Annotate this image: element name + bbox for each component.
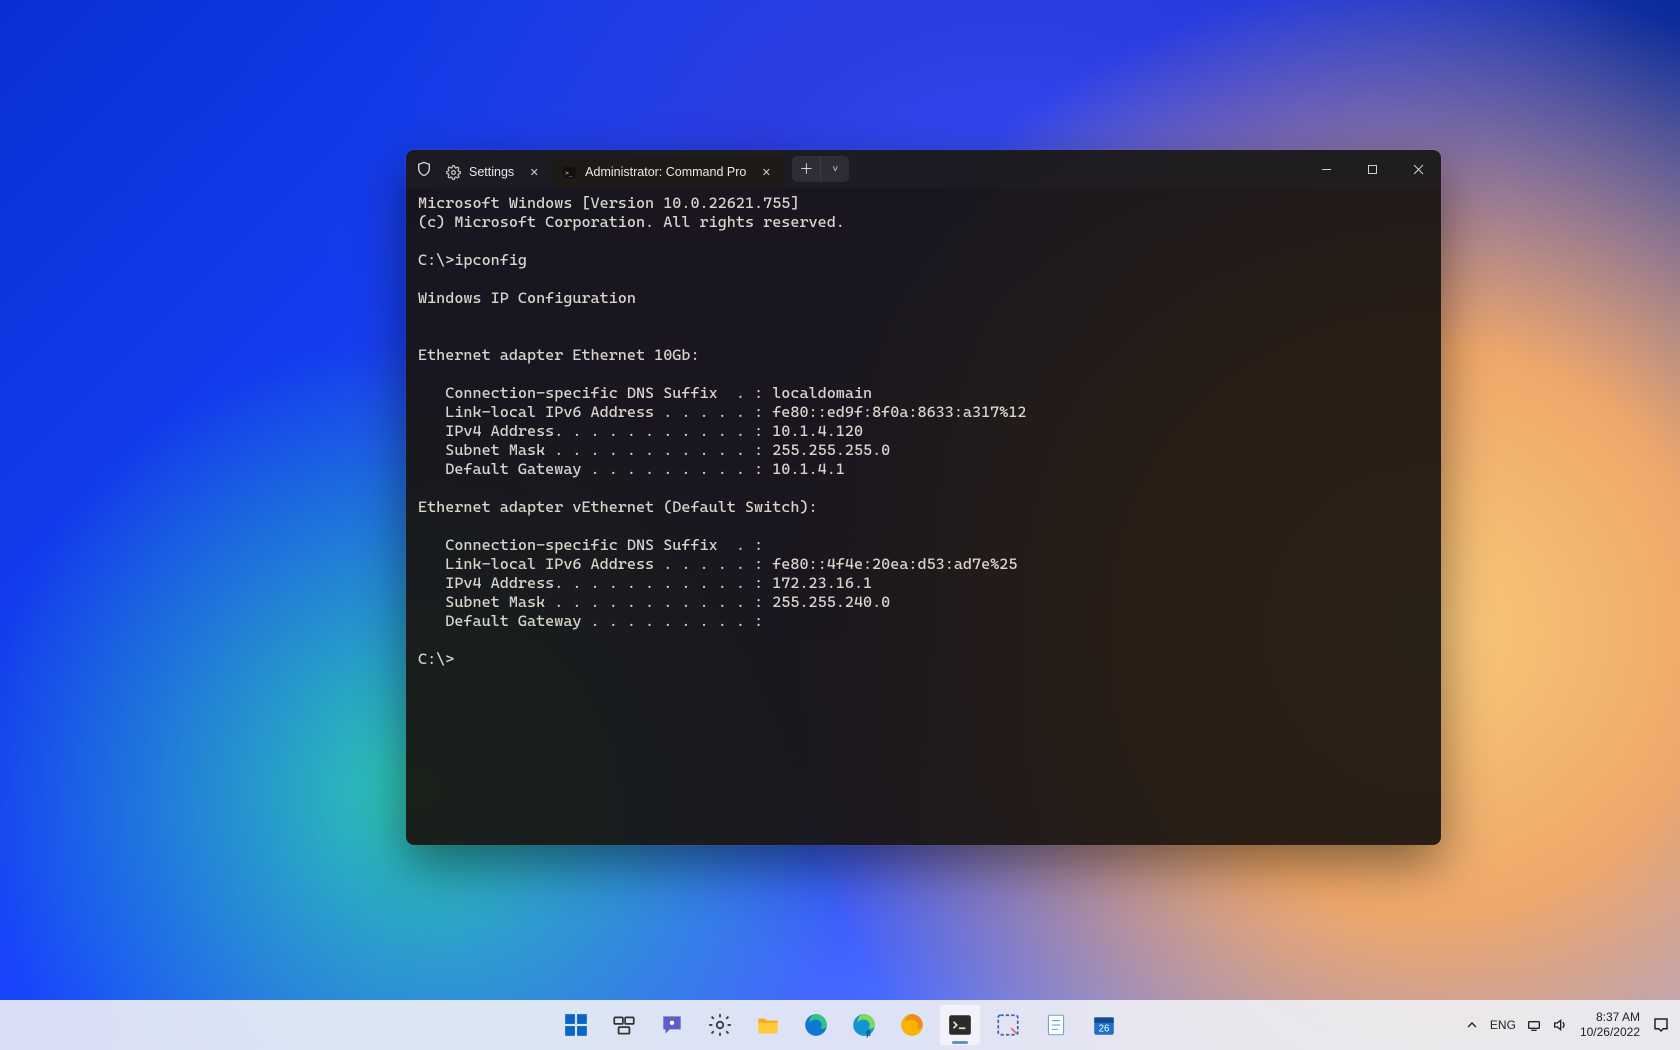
taskbar-center: β 26	[555, 1004, 1125, 1046]
notepad-button[interactable]	[1035, 1004, 1077, 1046]
maximize-button[interactable]	[1349, 150, 1395, 188]
gear-icon	[446, 165, 461, 180]
svg-text:β: β	[866, 1029, 871, 1038]
svg-text:26: 26	[1099, 1024, 1110, 1035]
tab-label: Administrator: Command Pro	[585, 165, 746, 179]
folder-icon	[755, 1012, 781, 1038]
chat-icon	[659, 1012, 685, 1038]
window-controls	[1303, 150, 1441, 188]
settings-button[interactable]	[699, 1004, 741, 1046]
task-view-button[interactable]	[603, 1004, 645, 1046]
file-explorer-button[interactable]	[747, 1004, 789, 1046]
edge-icon	[803, 1012, 829, 1038]
network-icon[interactable]	[1526, 1017, 1542, 1033]
close-tab-icon[interactable]: ✕	[526, 164, 542, 180]
close-tab-icon[interactable]: ✕	[758, 164, 774, 180]
start-button[interactable]	[555, 1004, 597, 1046]
task-view-icon	[611, 1012, 637, 1038]
clock-date: 10/26/2022	[1580, 1025, 1640, 1040]
taskbar-system-tray: ENG 8:37 AM 10/26/2022	[1464, 1010, 1680, 1040]
edge-button[interactable]	[795, 1004, 837, 1046]
new-tab-group: ＋ ˅	[792, 156, 849, 182]
taskbar: β 26	[0, 1000, 1680, 1050]
windows-logo-icon	[563, 1012, 589, 1038]
edge-beta-icon: β	[851, 1012, 877, 1038]
chat-button[interactable]	[651, 1004, 693, 1046]
close-button[interactable]	[1395, 150, 1441, 188]
tab-command-prompt[interactable]: >_ Administrator: Command Pro ✕	[552, 156, 784, 188]
taskbar-clock[interactable]: 8:37 AM 10/26/2022	[1580, 1010, 1640, 1040]
terminal-output[interactable]: Microsoft Windows [Version 10.0.22621.75…	[406, 188, 1441, 845]
window-titlebar[interactable]: Settings ✕ >_ Administrator: Command Pro…	[406, 150, 1441, 188]
terminal-button[interactable]	[939, 1004, 981, 1046]
cmd-icon: >_	[562, 165, 577, 180]
tab-strip: Settings ✕ >_ Administrator: Command Pro…	[436, 150, 784, 188]
notifications-icon[interactable]	[1652, 1016, 1670, 1034]
calendar-icon: 26	[1091, 1012, 1117, 1038]
edge-canary-icon	[899, 1012, 925, 1038]
terminal-icon	[947, 1012, 973, 1038]
new-tab-dropdown[interactable]: ˅	[820, 156, 849, 182]
snipping-icon	[995, 1012, 1021, 1038]
clock-time: 8:37 AM	[1580, 1010, 1640, 1025]
snipping-tool-button[interactable]	[987, 1004, 1029, 1046]
calendar-button[interactable]: 26	[1083, 1004, 1125, 1046]
new-tab-button[interactable]: ＋	[792, 156, 820, 182]
svg-text:>_: >_	[565, 170, 573, 177]
volume-icon[interactable]	[1552, 1017, 1568, 1033]
shield-icon	[416, 161, 432, 177]
edge-canary-button[interactable]	[891, 1004, 933, 1046]
terminal-window: Settings ✕ >_ Administrator: Command Pro…	[406, 150, 1441, 845]
tab-label: Settings	[469, 165, 514, 179]
gear-icon	[707, 1012, 733, 1038]
tab-settings[interactable]: Settings ✕	[436, 156, 552, 188]
tray-chevron-icon[interactable]	[1464, 1017, 1480, 1033]
notepad-icon	[1043, 1012, 1069, 1038]
edge-beta-button[interactable]: β	[843, 1004, 885, 1046]
minimize-button[interactable]	[1303, 150, 1349, 188]
language-indicator[interactable]: ENG	[1490, 1018, 1516, 1032]
